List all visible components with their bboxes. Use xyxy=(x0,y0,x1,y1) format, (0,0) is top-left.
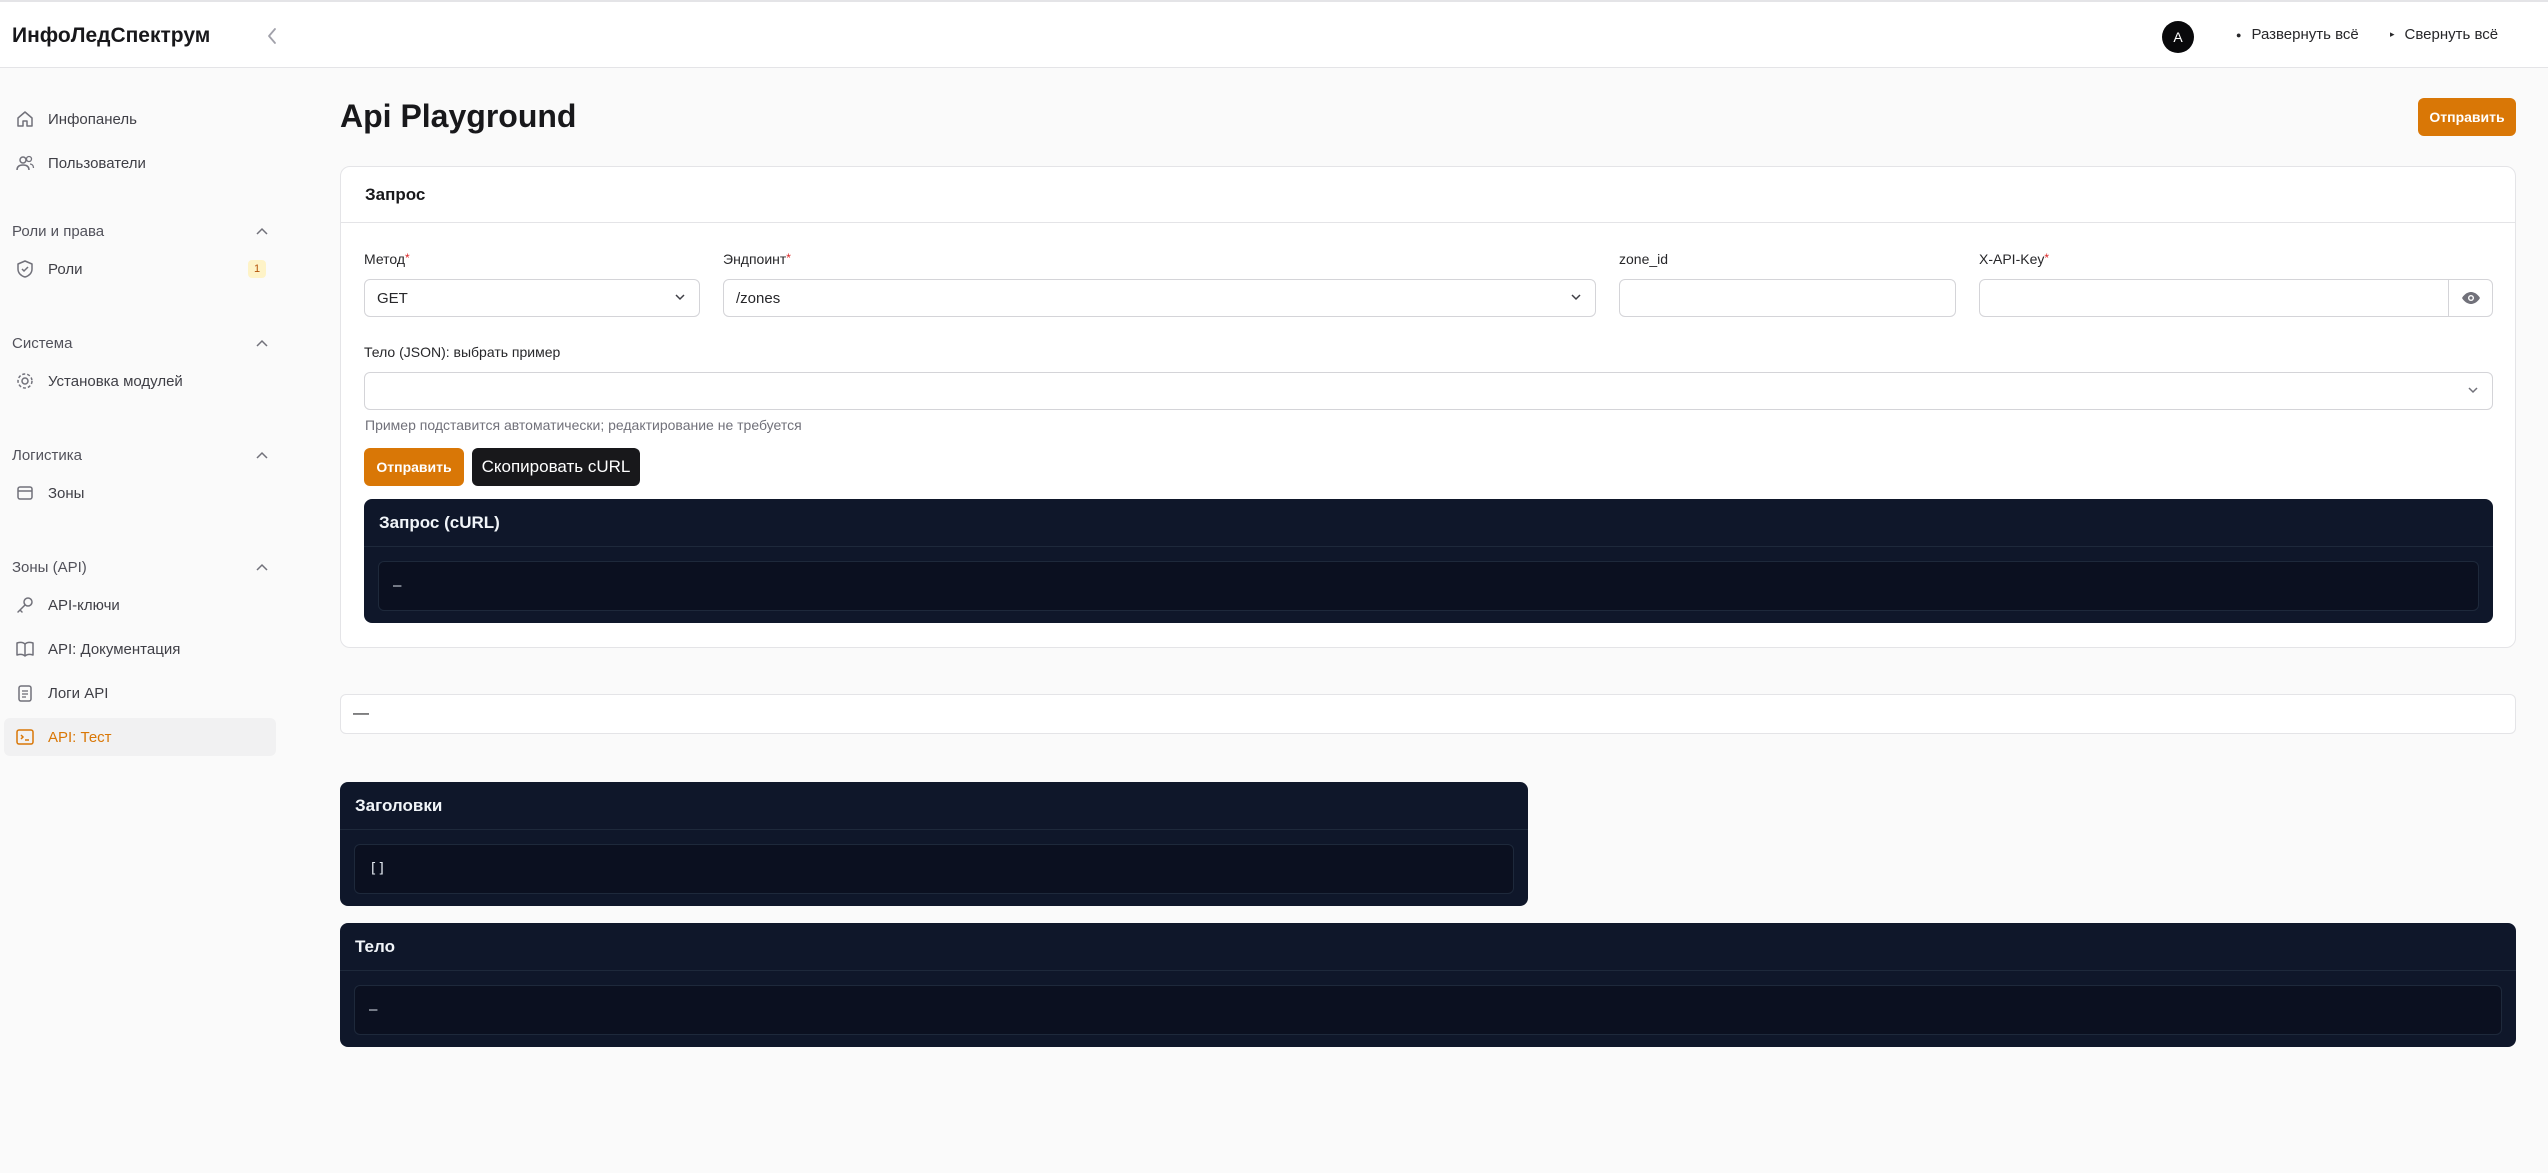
zone-id-input[interactable] xyxy=(1619,279,1956,317)
chevron-up-icon xyxy=(256,339,268,347)
sidebar-item-users[interactable]: Пользователи xyxy=(4,144,276,182)
sidebar-collapse-button[interactable] xyxy=(262,22,282,50)
zone-id-label: zone_id xyxy=(1619,251,1669,267)
shield-icon xyxy=(14,258,36,280)
body-example-hint: Пример подставится автоматически; редакт… xyxy=(365,417,802,433)
home-icon xyxy=(14,108,36,130)
box-icon xyxy=(14,482,36,504)
endpoint-select-value: /zones xyxy=(736,289,781,307)
sidebar-item-dashboard[interactable]: Инфопанель xyxy=(4,100,276,138)
curl-panel-title: Запрос (cURL) xyxy=(364,499,2493,547)
endpoint-select[interactable]: /zones xyxy=(723,279,1596,317)
sidebar-item-label: Зоны xyxy=(48,484,85,502)
api-key-input[interactable] xyxy=(1979,279,2493,317)
request-card: Запрос Метод* GET Эндпоинт* /zones zone_… xyxy=(340,166,2516,648)
body-panel-title: Тело xyxy=(340,923,2516,971)
sidebar-item-api-keys[interactable]: API-ключи xyxy=(4,586,276,624)
sidebar-item-label: Инфопанель xyxy=(48,110,137,128)
chevron-left-icon xyxy=(268,28,276,44)
users-icon xyxy=(14,152,36,174)
endpoint-label: Эндпоинт* xyxy=(723,251,791,267)
sidebar-item-zones[interactable]: Зоны xyxy=(4,474,276,512)
sidebar-group-logistics[interactable]: Логистика xyxy=(12,443,268,467)
sidebar-item-api-docs[interactable]: API: Документация xyxy=(4,630,276,668)
collapse-all-label: Свернуть всё xyxy=(2404,26,2499,43)
user-avatar[interactable]: A xyxy=(2162,21,2194,53)
chevron-up-icon xyxy=(256,451,268,459)
eye-icon xyxy=(2461,292,2480,304)
curl-panel: Запрос (cURL) — xyxy=(364,499,2493,623)
sidebar-group-label: Логистика xyxy=(12,446,83,464)
triangle-right-icon: ▸ xyxy=(2390,29,2395,39)
copy-curl-button[interactable]: Скопировать cURL xyxy=(472,448,640,486)
body-output: — xyxy=(354,985,2502,1035)
body-example-label: Тело (JSON): выбрать пример xyxy=(364,344,561,360)
sidebar-item-label: Пользователи xyxy=(48,154,146,172)
sidebar-item-label: API: Тест xyxy=(48,728,112,746)
sidebar-item-label: API: Документация xyxy=(48,640,181,658)
sidebar: Инфопанель Пользователи Роли и права Рол… xyxy=(0,69,290,1173)
page-title: Api Playground xyxy=(340,98,577,134)
sidebar-item-label: Установка модулей xyxy=(48,372,183,390)
terminal-icon xyxy=(14,726,36,748)
method-select-value: GET xyxy=(377,289,408,307)
sidebar-item-roles[interactable]: Роли 1 xyxy=(4,250,276,288)
chevron-down-icon xyxy=(675,294,685,301)
api-key-label: X-API-Key* xyxy=(1979,251,2049,267)
endpoint-label-text: Эндпоинт xyxy=(723,251,787,267)
sidebar-item-label: Логи API xyxy=(48,684,109,702)
chevron-up-icon xyxy=(256,227,268,235)
gear-icon xyxy=(14,370,36,392)
chevron-up-icon xyxy=(256,563,268,571)
required-marker: * xyxy=(786,251,791,265)
sidebar-item-label: API-ключи xyxy=(48,596,120,614)
expand-all-button[interactable]: ● Развернуть всё xyxy=(2236,26,2359,43)
request-card-title: Запрос xyxy=(341,167,2515,223)
sidebar-group-label: Система xyxy=(12,334,73,352)
sidebar-item-label: Роли xyxy=(48,260,83,278)
send-request-button[interactable]: Отправить xyxy=(364,448,464,486)
expand-all-label: Развернуть всё xyxy=(2251,26,2359,43)
headers-panel-title: Заголовки xyxy=(340,782,1528,830)
collapse-all-button[interactable]: ▸ Свернуть всё xyxy=(2390,26,2498,43)
body-example-select[interactable] xyxy=(364,372,2493,410)
book-icon xyxy=(14,638,36,660)
key-icon xyxy=(14,594,36,616)
headers-panel: Заголовки [] xyxy=(340,782,1528,906)
response-status: — xyxy=(340,694,2516,734)
sidebar-group-zones-api[interactable]: Зоны (API) xyxy=(12,555,268,579)
sidebar-group-label: Зоны (API) xyxy=(12,558,87,576)
headers-output: [] xyxy=(354,844,1514,894)
sidebar-item-api-test[interactable]: API: Тест xyxy=(4,718,276,756)
required-marker: * xyxy=(405,251,410,265)
toggle-visibility-button[interactable] xyxy=(2448,280,2492,316)
method-label-text: Метод xyxy=(364,251,406,267)
curl-output: — xyxy=(378,561,2479,611)
method-select[interactable]: GET xyxy=(364,279,700,317)
sidebar-item-api-logs[interactable]: Логи API xyxy=(4,674,276,712)
top-bar: ИнфоЛедСпектрум A ● Развернуть всё ▸ Све… xyxy=(0,0,2548,68)
method-label: Метод* xyxy=(364,251,410,267)
sidebar-item-modules[interactable]: Установка модулей xyxy=(4,362,276,400)
api-key-label-text: X-API-Key xyxy=(1979,251,2045,267)
app-brand[interactable]: ИнфоЛедСпектрум xyxy=(12,24,210,48)
bullet-icon: ● xyxy=(2236,29,2242,40)
chevron-down-icon xyxy=(1571,294,1581,301)
send-button[interactable]: Отправить xyxy=(2418,98,2516,136)
sidebar-group-roles[interactable]: Роли и права xyxy=(12,219,268,243)
chevron-down-icon xyxy=(2468,387,2478,394)
body-panel: Тело — xyxy=(340,923,2516,1047)
sidebar-group-system[interactable]: Система xyxy=(12,331,268,355)
clipboard-icon xyxy=(14,682,36,704)
roles-count-badge: 1 xyxy=(248,260,266,278)
sidebar-group-label: Роли и права xyxy=(12,222,105,240)
required-marker: * xyxy=(2044,251,2050,265)
